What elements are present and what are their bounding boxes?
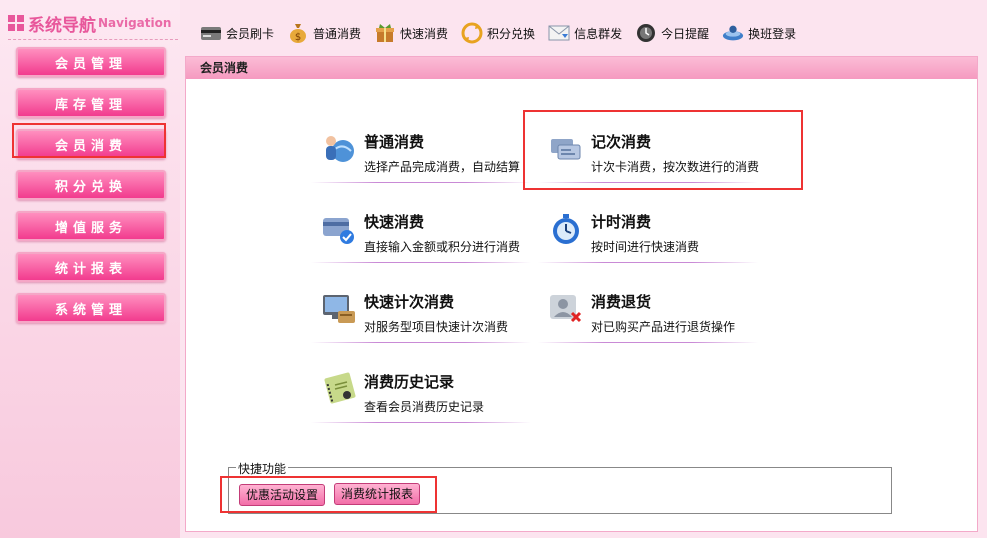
selection-highlight (12, 123, 166, 158)
card-reader-icon (200, 22, 222, 44)
function-title: 快速计次消费 (364, 293, 455, 311)
sidebar-item-label: 增值服务 (54, 220, 127, 236)
user-remove-icon (548, 291, 584, 327)
function-quick-consumption[interactable]: 快速消费 直接输入金额或积分进行消费 (311, 201, 531, 263)
function-return[interactable]: 消费退货 对已购买产品进行退货操作 (538, 281, 758, 343)
highlight-box (523, 110, 803, 190)
function-timed-consumption[interactable]: 计时消费 按时间进行快速消费 (538, 201, 758, 263)
main-panel: 会员消费 普通消费 选择产品完成消费，自动结算 记次消费 计次卡消费，按次数进行… (185, 56, 978, 532)
quick-functions-legend: 快捷功能 (236, 460, 289, 477)
toolbar-quick-consumption[interactable]: 快速消费 (374, 22, 448, 44)
function-title: 计时消费 (591, 213, 652, 231)
toolbar-today-reminder[interactable]: 今日提醒 (635, 22, 709, 44)
toolbar-label: 今日提醒 (661, 26, 710, 41)
envelope-icon (548, 22, 570, 44)
grid-logo-icon (8, 15, 24, 31)
nav-title: 系统导航 Navigation (8, 10, 171, 36)
toolbar-normal-consumption[interactable]: $ 普通消费 (287, 22, 361, 44)
function-description: 选择产品完成消费，自动结算 (364, 160, 521, 174)
function-description: 按时间进行快速消费 (591, 240, 700, 254)
toolbar-points-exchange[interactable]: 积分兑换 (461, 22, 535, 44)
toolbar-bulk-message[interactable]: 信息群发 (548, 22, 622, 44)
function-divider (311, 182, 531, 183)
nav-title-text: 系统导航 (28, 15, 96, 36)
sidebar-item-label: 库存管理 (54, 97, 127, 113)
person-login-icon (722, 22, 744, 44)
svg-text:$: $ (295, 32, 301, 43)
sidebar-item-label: 会员管理 (54, 56, 127, 72)
monitor-icon (321, 291, 357, 327)
nav-divider (8, 39, 178, 40)
people-globe-icon (321, 131, 357, 167)
function-title: 消费历史记录 (364, 373, 455, 391)
function-divider (538, 342, 758, 343)
toolbar: 会员刷卡 $ 普通消费 快速消费 积分兑换 信息群发 今日提醒 换班登录 (200, 18, 809, 48)
sidebar-item-reports[interactable]: 统计报表 (16, 252, 166, 282)
stopwatch-icon (548, 211, 584, 247)
function-history[interactable]: 消费历史记录 查看会员消费历史记录 (311, 361, 531, 423)
toolbar-label: 信息群发 (574, 26, 623, 41)
function-description: 查看会员消费历史记录 (364, 400, 485, 414)
toolbar-label: 积分兑换 (487, 26, 536, 41)
toolbar-card-swipe[interactable]: 会员刷卡 (200, 22, 274, 44)
sidebar-item-label: 积分兑换 (54, 179, 127, 195)
sidebar-item-points-exchange[interactable]: 积分兑换 (16, 170, 166, 200)
nav-title-english: Navigation (98, 16, 172, 30)
function-quick-count-consumption[interactable]: 快速计次消费 对服务型项目快速计次消费 (311, 281, 531, 343)
toolbar-label: 换班登录 (748, 26, 797, 41)
sidebar-item-system[interactable]: 系统管理 (16, 293, 166, 323)
function-title: 普通消费 (364, 133, 425, 151)
gift-box-icon (374, 22, 396, 44)
sidebar-item-member-management[interactable]: 会员管理 (16, 47, 166, 77)
sidebar-item-label: 系统管理 (54, 302, 127, 318)
function-title: 消费退货 (591, 293, 652, 311)
panel-title: 会员消费 (186, 57, 977, 79)
check-card-icon (321, 211, 357, 247)
highlight-box (220, 476, 437, 513)
sidebar-item-label: 统计报表 (54, 261, 127, 277)
function-divider (311, 262, 531, 263)
sidebar-item-inventory[interactable]: 库存管理 (16, 88, 166, 118)
toolbar-shift-login[interactable]: 换班登录 (722, 22, 796, 44)
toolbar-label: 普通消费 (313, 26, 362, 41)
function-description: 对已购买产品进行退货操作 (591, 320, 736, 334)
exchange-arrows-icon (461, 22, 483, 44)
function-divider (538, 262, 758, 263)
panel-content: 普通消费 选择产品完成消费，自动结算 记次消费 计次卡消费，按次数进行的消费 快… (186, 79, 977, 531)
function-title: 快速消费 (364, 213, 425, 231)
function-description: 对服务型项目快速计次消费 (364, 320, 509, 334)
function-description: 直接输入金额或积分进行消费 (364, 240, 521, 254)
notebook-icon (321, 371, 357, 407)
function-normal-consumption[interactable]: 普通消费 选择产品完成消费，自动结算 (311, 121, 531, 183)
function-divider (311, 422, 531, 423)
toolbar-label: 会员刷卡 (226, 26, 275, 41)
sidebar-item-value-added[interactable]: 增值服务 (16, 211, 166, 241)
function-divider (311, 342, 531, 343)
money-bag-icon: $ (287, 22, 309, 44)
clock-icon (635, 22, 657, 44)
toolbar-label: 快速消费 (400, 26, 449, 41)
sidebar: 系统导航 Navigation 会员管理 库存管理 会员消费 积分兑换 增值服务… (0, 0, 180, 538)
